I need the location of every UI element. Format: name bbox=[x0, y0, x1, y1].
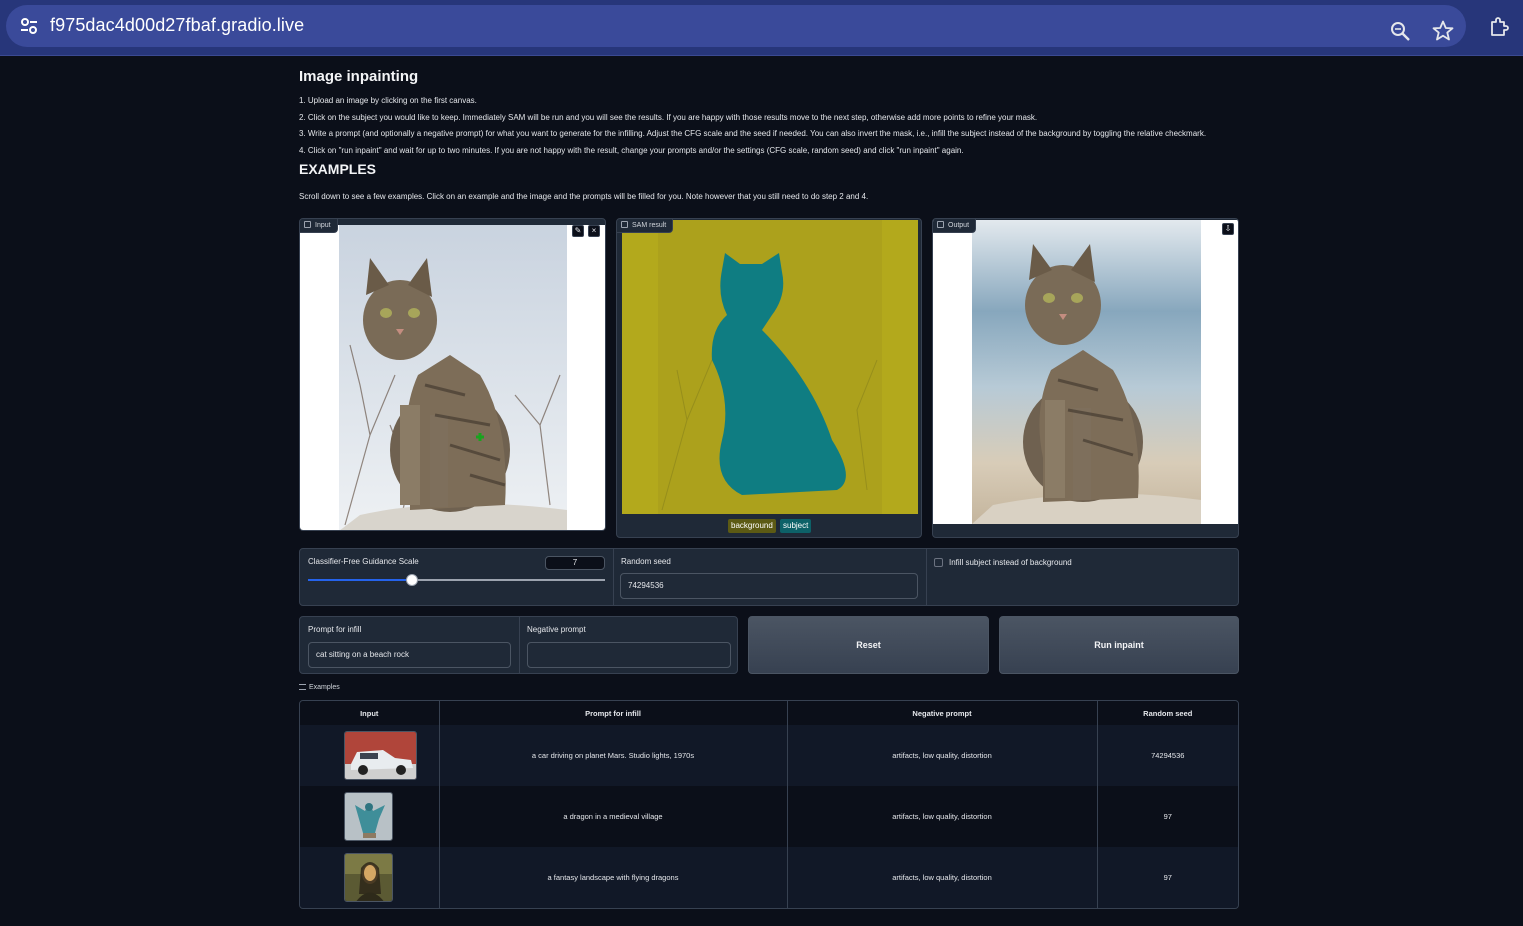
table-row[interactable]: a dragon in a medieval village artifacts… bbox=[300, 786, 1238, 847]
examples-table: Input Prompt for infill Negative prompt … bbox=[300, 701, 1238, 908]
table-row[interactable]: a car driving on planet Mars. Studio lig… bbox=[300, 725, 1238, 786]
example-negative[interactable]: artifacts, low quality, distortion bbox=[787, 725, 1098, 786]
extensions-icon[interactable] bbox=[1488, 14, 1512, 38]
url-text[interactable]: f975dac4d00d27fbaf.gradio.live bbox=[50, 15, 304, 36]
legend-background: background bbox=[728, 519, 776, 533]
cfg-slider-thumb[interactable] bbox=[406, 574, 418, 586]
sam-result-label: SAM result bbox=[617, 219, 674, 233]
seed-input[interactable]: 74294536 bbox=[620, 573, 918, 599]
negative-prompt-label: Negative prompt bbox=[527, 625, 586, 634]
seed-label: Random seed bbox=[621, 557, 671, 566]
star-icon[interactable] bbox=[1431, 19, 1455, 43]
step-4: 4. Click on "run inpaint" and wait for u… bbox=[299, 145, 964, 155]
col-input: Input bbox=[300, 701, 440, 725]
col-prompt: Prompt for infill bbox=[439, 701, 788, 725]
example-seed[interactable]: 97 bbox=[1097, 786, 1238, 847]
list-icon bbox=[299, 684, 306, 690]
prompt-label: Prompt for infill bbox=[308, 625, 362, 634]
table-row[interactable]: a fantasy landscape with flying dragons … bbox=[300, 847, 1238, 908]
step-2: 2. Click on the subject you would like t… bbox=[299, 112, 1038, 122]
examples-table-container: Input Prompt for infill Negative prompt … bbox=[299, 700, 1239, 909]
examples-heading: EXAMPLES bbox=[299, 161, 377, 177]
col-seed: Random seed bbox=[1097, 701, 1238, 725]
run-inpaint-button[interactable]: Run inpaint bbox=[999, 616, 1239, 674]
sam-result-panel: SAM result background subject bbox=[616, 218, 922, 538]
settings-panel: Classifier-Free Guidance Scale 7 Random … bbox=[299, 548, 1239, 606]
reset-button[interactable]: Reset bbox=[748, 616, 989, 674]
example-thumb-cell[interactable] bbox=[300, 786, 440, 847]
image-icon bbox=[621, 221, 628, 228]
download-icon[interactable]: ⇩ bbox=[1222, 223, 1234, 235]
cfg-number-input[interactable]: 7 bbox=[545, 556, 605, 570]
example-negative[interactable]: artifacts, low quality, distortion bbox=[787, 786, 1098, 847]
examples-label: Examples bbox=[299, 684, 340, 691]
invert-mask-label[interactable]: Infill subject instead of background bbox=[949, 558, 1072, 567]
zoom-icon[interactable] bbox=[1389, 20, 1411, 42]
invert-mask-checkbox[interactable] bbox=[934, 558, 943, 567]
col-negative: Negative prompt bbox=[787, 701, 1098, 725]
divider bbox=[926, 549, 927, 605]
output-image bbox=[933, 220, 1238, 524]
examples-note: Scroll down to see a few examples. Click… bbox=[299, 192, 869, 201]
cfg-label: Classifier-Free Guidance Scale bbox=[308, 557, 419, 566]
instructions: 1. Upload an image by clicking on the fi… bbox=[299, 93, 1259, 159]
output-image-panel: Output ⇩ bbox=[932, 218, 1239, 538]
address-bar[interactable]: f975dac4d00d27fbaf.gradio.live bbox=[6, 5, 1466, 47]
cat-photo[interactable] bbox=[300, 225, 606, 531]
negative-prompt-input[interactable] bbox=[527, 642, 731, 668]
output-label: Output bbox=[933, 219, 977, 233]
browser-toolbar: f975dac4d00d27fbaf.gradio.live bbox=[0, 0, 1523, 56]
input-image[interactable] bbox=[300, 225, 606, 531]
image-icon bbox=[304, 221, 311, 228]
sam-mask-image bbox=[622, 220, 918, 514]
page-title: Image inpainting bbox=[299, 68, 419, 85]
prompt-input[interactable]: cat sitting on a beach rock bbox=[308, 642, 511, 668]
example-negative[interactable]: artifacts, low quality, distortion bbox=[787, 847, 1098, 908]
step-1: 1. Upload an image by clicking on the fi… bbox=[299, 96, 477, 105]
example-prompt[interactable]: a fantasy landscape with flying dragons bbox=[439, 847, 788, 908]
example-prompt[interactable]: a car driving on planet Mars. Studio lig… bbox=[439, 725, 788, 786]
example-prompt[interactable]: a dragon in a medieval village bbox=[439, 786, 788, 847]
example-seed[interactable]: 74294536 bbox=[1097, 725, 1238, 786]
divider bbox=[613, 549, 614, 605]
prompt-panel: Prompt for infill cat sitting on a beach… bbox=[299, 616, 738, 674]
tune-icon[interactable] bbox=[18, 15, 40, 37]
example-thumb-cell[interactable] bbox=[300, 725, 440, 786]
step-3: 3. Write a prompt (and optionally a nega… bbox=[299, 129, 1207, 138]
dragon-thumbnail[interactable] bbox=[343, 792, 393, 841]
input-image-panel[interactable]: Input ✎ × bbox=[299, 218, 606, 531]
input-label: Input bbox=[300, 219, 338, 233]
close-icon[interactable]: × bbox=[588, 225, 600, 237]
image-icon bbox=[937, 221, 944, 228]
example-thumb-cell[interactable] bbox=[300, 847, 440, 908]
car-thumbnail[interactable] bbox=[343, 731, 417, 780]
edit-icon[interactable]: ✎ bbox=[572, 225, 584, 237]
divider bbox=[519, 617, 520, 673]
legend-subject: subject bbox=[780, 519, 812, 533]
mona-lisa-thumbnail[interactable] bbox=[343, 853, 393, 902]
example-seed[interactable]: 97 bbox=[1097, 847, 1238, 908]
cfg-slider-fill bbox=[308, 579, 412, 581]
